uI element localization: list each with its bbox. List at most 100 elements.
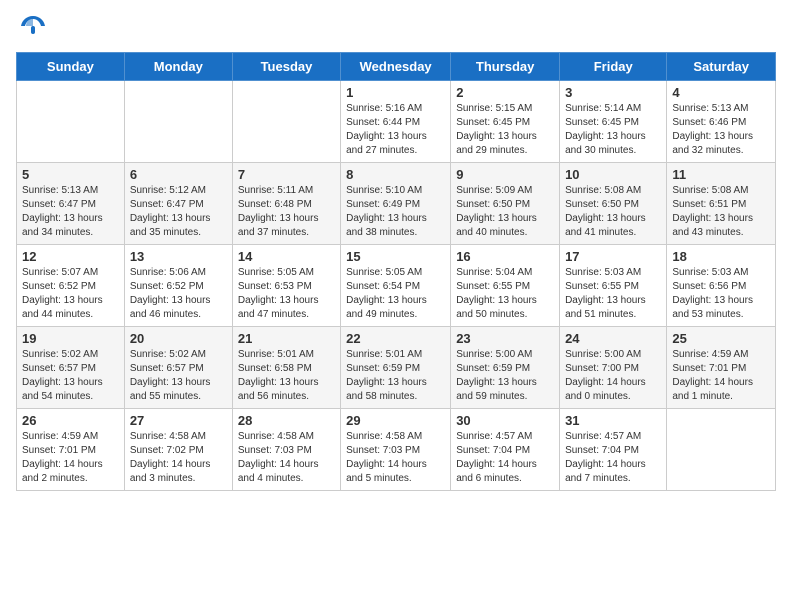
- day-info: Sunrise: 5:05 AM Sunset: 6:53 PM Dayligh…: [238, 266, 335, 322]
- day-number: 2: [456, 85, 554, 100]
- day-info: Sunrise: 4:59 AM Sunset: 7:01 PM Dayligh…: [672, 348, 770, 404]
- calendar-day-cell: 26 Sunrise: 4:59 AM Sunset: 7:01 PM Dayli…: [17, 409, 125, 491]
- day-number: 23: [456, 331, 554, 346]
- day-of-week-header: Wednesday: [341, 53, 451, 81]
- calendar-day-cell: 30Sunrise: 4:57 AM Sunset: 7:04 PM Dayli…: [451, 409, 560, 491]
- calendar-day-cell: 7 Sunrise: 5:11 AM Sunset: 6:48 PM Daylig…: [232, 163, 340, 245]
- day-info: Sunrise: 5:09 AM Sunset: 6:50 PM Dayligh…: [456, 184, 554, 240]
- day-info: Sunrise: 5:03 AM Sunset: 6:55 PM Dayligh…: [565, 266, 661, 322]
- empty-day-cell: [17, 81, 125, 163]
- calendar-day-cell: 1Sunrise: 5:16 AM Sunset: 6:44 PM Daylig…: [341, 81, 451, 163]
- day-info: Sunrise: 5:12 AM Sunset: 6:47 PM Dayligh…: [130, 184, 227, 240]
- day-info: Sunrise: 5:10 AM Sunset: 6:49 PM Dayligh…: [346, 184, 445, 240]
- calendar-day-cell: 25 Sunrise: 4:59 AM Sunset: 7:01 PM Dayli…: [667, 327, 776, 409]
- day-info: Sunrise: 4:57 AM Sunset: 7:04 PM Dayligh…: [456, 430, 554, 486]
- day-info: Sunrise: 5:04 AM Sunset: 6:55 PM Dayligh…: [456, 266, 554, 322]
- day-info: Sunrise: 5:00 AM Sunset: 6:59 PM Dayligh…: [456, 348, 554, 404]
- calendar-week-row: 19 Sunrise: 5:02 AM Sunset: 6:57 PM Dayli…: [17, 327, 776, 409]
- calendar-day-cell: 10Sunrise: 5:08 AM Sunset: 6:50 PM Dayli…: [560, 163, 667, 245]
- day-of-week-header: Saturday: [667, 53, 776, 81]
- day-info: Sunrise: 5:07 AM Sunset: 6:52 PM Dayligh…: [22, 266, 119, 322]
- day-info: Sunrise: 5:15 AM Sunset: 6:45 PM Dayligh…: [456, 102, 554, 158]
- day-info: Sunrise: 4:58 AM Sunset: 7:02 PM Dayligh…: [130, 430, 227, 486]
- day-number: 13: [130, 249, 227, 264]
- day-of-week-header: Monday: [124, 53, 232, 81]
- day-of-week-header: Friday: [560, 53, 667, 81]
- calendar-day-cell: 19 Sunrise: 5:02 AM Sunset: 6:57 PM Dayli…: [17, 327, 125, 409]
- calendar-header-row: SundayMondayTuesdayWednesdayThursdayFrid…: [17, 53, 776, 81]
- day-info: Sunrise: 5:13 AM Sunset: 6:46 PM Dayligh…: [672, 102, 770, 158]
- day-info: Sunrise: 5:13 AM Sunset: 6:47 PM Dayligh…: [22, 184, 119, 240]
- calendar-day-cell: 23 Sunrise: 5:00 AM Sunset: 6:59 PM Dayli…: [451, 327, 560, 409]
- calendar-day-cell: 9 Sunrise: 5:09 AM Sunset: 6:50 PM Daylig…: [451, 163, 560, 245]
- day-number: 9: [456, 167, 554, 182]
- day-number: 19: [22, 331, 119, 346]
- day-number: 21: [238, 331, 335, 346]
- day-number: 4: [672, 85, 770, 100]
- page-header: [16, 16, 776, 40]
- day-of-week-header: Thursday: [451, 53, 560, 81]
- day-number: 15: [346, 249, 445, 264]
- calendar-day-cell: 6 Sunrise: 5:12 AM Sunset: 6:47 PM Daylig…: [124, 163, 232, 245]
- day-of-week-header: Sunday: [17, 53, 125, 81]
- day-info: Sunrise: 5:08 AM Sunset: 6:51 PM Dayligh…: [672, 184, 770, 240]
- day-number: 18: [672, 249, 770, 264]
- day-info: Sunrise: 5:00 AM Sunset: 7:00 PM Dayligh…: [565, 348, 661, 404]
- calendar-week-row: 26 Sunrise: 4:59 AM Sunset: 7:01 PM Dayli…: [17, 409, 776, 491]
- calendar-day-cell: 12Sunrise: 5:07 AM Sunset: 6:52 PM Dayli…: [17, 245, 125, 327]
- day-info: Sunrise: 5:03 AM Sunset: 6:56 PM Dayligh…: [672, 266, 770, 322]
- calendar-day-cell: 8 Sunrise: 5:10 AM Sunset: 6:49 PM Daylig…: [341, 163, 451, 245]
- calendar-week-row: 1Sunrise: 5:16 AM Sunset: 6:44 PM Daylig…: [17, 81, 776, 163]
- calendar-day-cell: 22 Sunrise: 5:01 AM Sunset: 6:59 PM Dayli…: [341, 327, 451, 409]
- calendar-day-cell: 3 Sunrise: 5:14 AM Sunset: 6:45 PM Daylig…: [560, 81, 667, 163]
- calendar-day-cell: 20Sunrise: 5:02 AM Sunset: 6:57 PM Dayli…: [124, 327, 232, 409]
- day-number: 20: [130, 331, 227, 346]
- day-info: Sunrise: 5:01 AM Sunset: 6:58 PM Dayligh…: [238, 348, 335, 404]
- calendar-day-cell: 27 Sunrise: 4:58 AM Sunset: 7:02 PM Dayli…: [124, 409, 232, 491]
- day-info: Sunrise: 5:01 AM Sunset: 6:59 PM Dayligh…: [346, 348, 445, 404]
- day-info: Sunrise: 4:58 AM Sunset: 7:03 PM Dayligh…: [238, 430, 335, 486]
- day-info: Sunrise: 4:59 AM Sunset: 7:01 PM Dayligh…: [22, 430, 119, 486]
- day-info: Sunrise: 4:57 AM Sunset: 7:04 PM Dayligh…: [565, 430, 661, 486]
- calendar-day-cell: 4 Sunrise: 5:13 AM Sunset: 6:46 PM Daylig…: [667, 81, 776, 163]
- calendar-week-row: 12Sunrise: 5:07 AM Sunset: 6:52 PM Dayli…: [17, 245, 776, 327]
- day-info: Sunrise: 5:05 AM Sunset: 6:54 PM Dayligh…: [346, 266, 445, 322]
- day-of-week-header: Tuesday: [232, 53, 340, 81]
- day-number: 26: [22, 413, 119, 428]
- day-info: Sunrise: 5:06 AM Sunset: 6:52 PM Dayligh…: [130, 266, 227, 322]
- day-info: Sunrise: 4:58 AM Sunset: 7:03 PM Dayligh…: [346, 430, 445, 486]
- calendar-day-cell: 15 Sunrise: 5:05 AM Sunset: 6:54 PM Dayli…: [341, 245, 451, 327]
- day-number: 11: [672, 167, 770, 182]
- day-info: Sunrise: 5:02 AM Sunset: 6:57 PM Dayligh…: [22, 348, 119, 404]
- calendar-day-cell: 28 Sunrise: 4:58 AM Sunset: 7:03 PM Dayli…: [232, 409, 340, 491]
- day-number: 10: [565, 167, 661, 182]
- calendar-day-cell: 24 Sunrise: 5:00 AM Sunset: 7:00 PM Dayli…: [560, 327, 667, 409]
- calendar-day-cell: 5 Sunrise: 5:13 AM Sunset: 6:47 PM Daylig…: [17, 163, 125, 245]
- calendar-day-cell: 17 Sunrise: 5:03 AM Sunset: 6:55 PM Dayli…: [560, 245, 667, 327]
- day-number: 22: [346, 331, 445, 346]
- calendar-day-cell: 13 Sunrise: 5:06 AM Sunset: 6:52 PM Dayli…: [124, 245, 232, 327]
- day-number: 31: [565, 413, 661, 428]
- logo-icon: [19, 12, 47, 40]
- day-number: 28: [238, 413, 335, 428]
- logo: [16, 16, 47, 40]
- day-number: 8: [346, 167, 445, 182]
- day-number: 25: [672, 331, 770, 346]
- calendar-day-cell: 18 Sunrise: 5:03 AM Sunset: 6:56 PM Dayli…: [667, 245, 776, 327]
- day-number: 29: [346, 413, 445, 428]
- calendar-week-row: 5 Sunrise: 5:13 AM Sunset: 6:47 PM Daylig…: [17, 163, 776, 245]
- empty-day-cell: [124, 81, 232, 163]
- day-info: Sunrise: 5:14 AM Sunset: 6:45 PM Dayligh…: [565, 102, 661, 158]
- day-number: 5: [22, 167, 119, 182]
- day-number: 6: [130, 167, 227, 182]
- calendar-day-cell: 16Sunrise: 5:04 AM Sunset: 6:55 PM Dayli…: [451, 245, 560, 327]
- empty-day-cell: [667, 409, 776, 491]
- day-number: 3: [565, 85, 661, 100]
- calendar-day-cell: 11 Sunrise: 5:08 AM Sunset: 6:51 PM Dayli…: [667, 163, 776, 245]
- day-number: 7: [238, 167, 335, 182]
- day-info: Sunrise: 5:11 AM Sunset: 6:48 PM Dayligh…: [238, 184, 335, 240]
- calendar-day-cell: 14Sunrise: 5:05 AM Sunset: 6:53 PM Dayli…: [232, 245, 340, 327]
- day-number: 27: [130, 413, 227, 428]
- day-number: 24: [565, 331, 661, 346]
- day-number: 17: [565, 249, 661, 264]
